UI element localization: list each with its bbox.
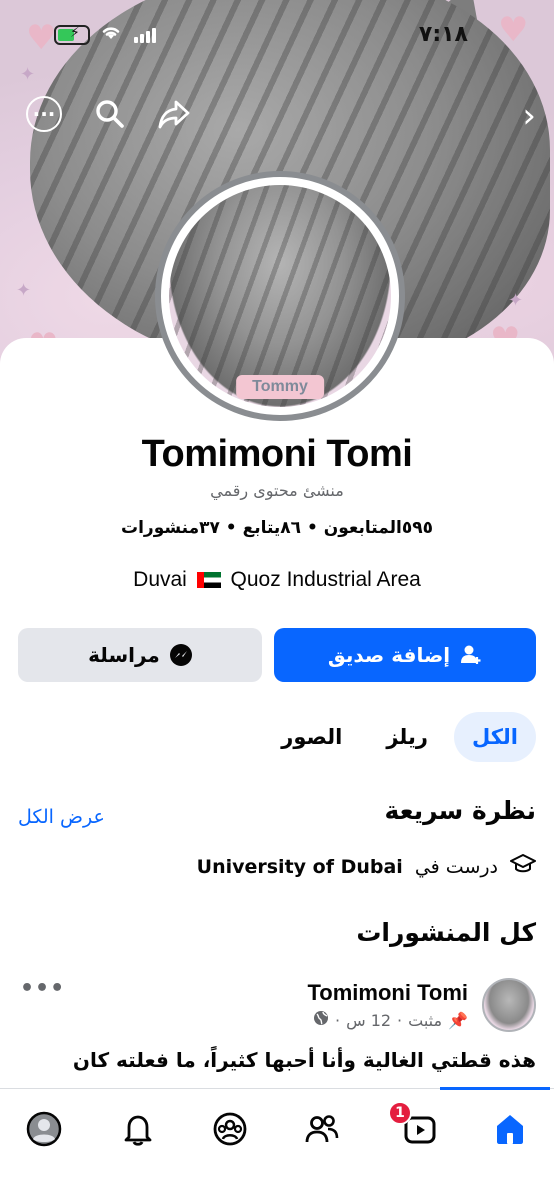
signal-icon xyxy=(134,28,156,43)
graduation-cap-icon xyxy=(510,853,536,881)
meta-separator: · xyxy=(334,1010,341,1030)
post-time[interactable]: 12 س xyxy=(346,1011,391,1030)
friends-icon[interactable] xyxy=(300,1107,344,1151)
location-city: Duvai xyxy=(133,568,187,591)
avatar-tag: Tommy xyxy=(236,375,324,399)
add-person-icon xyxy=(461,645,481,664)
add-friend-button[interactable]: إضافة صديق xyxy=(274,628,536,682)
globe-icon xyxy=(313,1010,329,1030)
profile-name: Tomimoni Tomi xyxy=(141,433,413,475)
message-label: مراسلة xyxy=(88,643,160,667)
search-icon[interactable] xyxy=(92,96,128,132)
avatar-image: Tommy xyxy=(169,185,391,407)
uae-flag-icon xyxy=(196,572,221,588)
status-time: ٧:١٨ xyxy=(418,22,468,47)
profile-stats[interactable]: ٥٩٥المتابعون • ٨٦يتابع • ٣٧منشورات xyxy=(0,518,554,538)
location-area: Quoz Industrial Area xyxy=(230,568,421,591)
post-more-icon[interactable]: ••• xyxy=(20,976,65,1001)
post-header: Tomimoni Tomi 📌 مثبت · 12 س · ••• xyxy=(18,976,536,1036)
see-all-link[interactable]: عرض الكل xyxy=(18,806,105,828)
tab-photos[interactable]: الصور xyxy=(263,712,360,762)
overview-title: نظرة سريعة xyxy=(384,796,536,825)
home-icon[interactable] xyxy=(488,1107,532,1151)
more-options-icon[interactable]: ··· xyxy=(26,96,62,132)
message-button[interactable]: مراسلة xyxy=(18,628,262,682)
sparkle-icon: ✦ xyxy=(20,64,36,85)
profile-location: Duvai Quoz Industrial Area xyxy=(0,568,554,592)
wifi-icon xyxy=(100,22,122,46)
profile-tabs: الكل ريلز الصور xyxy=(263,712,536,762)
profile-subtitle: منشئ محتوى رقمي xyxy=(210,481,344,500)
post-pinned-label: مثبت xyxy=(408,1010,443,1030)
active-tab-indicator xyxy=(440,1087,550,1090)
bottom-navigation: 1 xyxy=(0,1087,554,1199)
battery-icon: ⚡ xyxy=(54,25,90,45)
posts-title: كل المنشورات xyxy=(356,918,536,947)
notifications-bell-icon[interactable] xyxy=(116,1107,160,1151)
share-icon[interactable] xyxy=(156,96,192,132)
status-bar: ⚡ ٧:١٨ xyxy=(0,22,554,52)
education-school[interactable]: University of Dubai xyxy=(197,856,403,878)
tab-reels[interactable]: ريلز xyxy=(368,712,446,762)
pin-icon: 📌 xyxy=(448,1010,468,1030)
post-author-avatar[interactable] xyxy=(482,978,536,1032)
education-prefix: درست في xyxy=(414,856,498,878)
tab-all[interactable]: الكل xyxy=(453,712,536,762)
add-friend-label: إضافة صديق xyxy=(327,643,451,667)
chevron-right-icon[interactable]: › xyxy=(522,96,536,136)
video-icon[interactable]: 1 xyxy=(388,1101,442,1151)
messenger-icon xyxy=(169,644,192,666)
education-row[interactable]: درست في University of Dubai xyxy=(197,853,536,881)
sparkle-icon: ✦ xyxy=(508,290,524,311)
sparkle-icon: ✦ xyxy=(16,280,32,301)
post-author-name[interactable]: Tomimoni Tomi xyxy=(308,980,469,1006)
post-meta: 📌 مثبت · 12 س · xyxy=(313,1010,468,1030)
profile-avatar-icon[interactable] xyxy=(22,1107,66,1151)
meta-separator: · xyxy=(397,1010,403,1030)
video-badge: 1 xyxy=(388,1101,412,1125)
groups-icon[interactable] xyxy=(208,1107,252,1151)
profile-avatar[interactable]: Tommy xyxy=(155,171,405,421)
